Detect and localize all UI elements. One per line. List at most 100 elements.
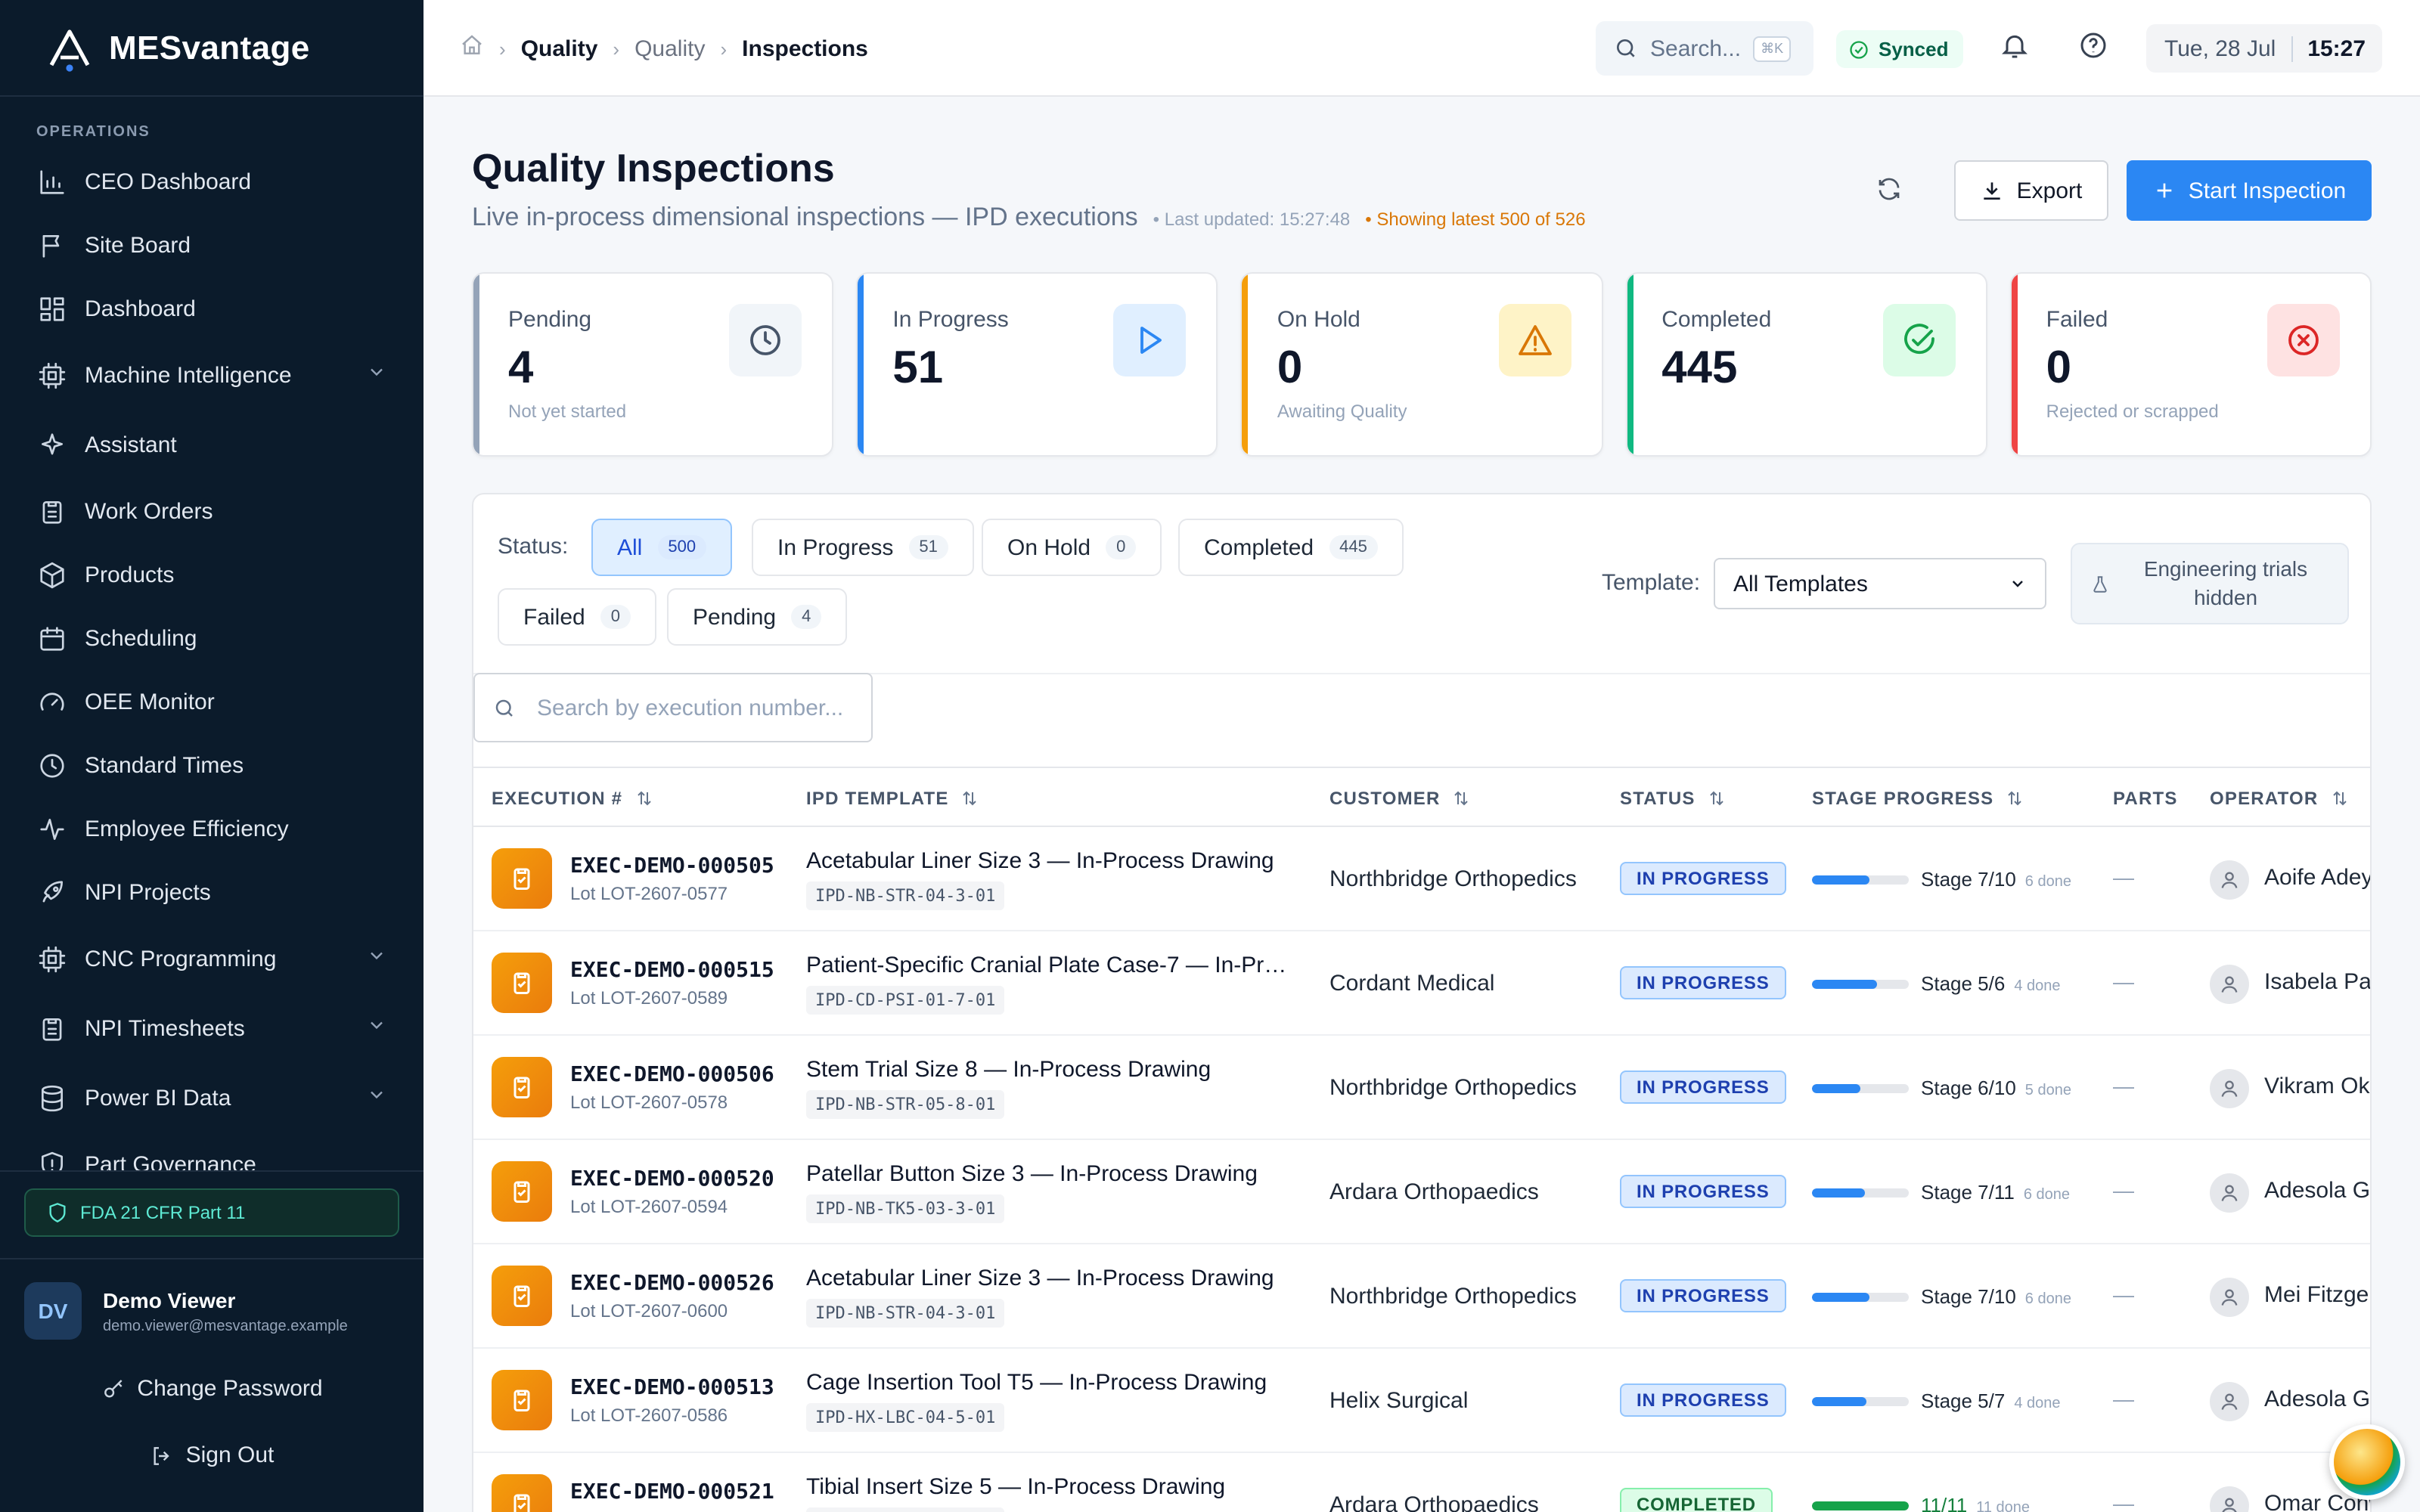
lot-number: Lot LOT-2607-0595 — [570, 1509, 728, 1512]
export-button[interactable]: Export — [1954, 160, 2108, 221]
assistant-fab-icon[interactable] — [2329, 1424, 2405, 1500]
sidebar-item-npi-projects[interactable]: NPI Projects — [0, 860, 424, 924]
table-row[interactable]: EXEC-DEMO-000521 Lot LOT-2607-0595 Tibial … — [473, 1453, 2370, 1512]
brand-name: MESvantage — [109, 28, 310, 66]
sidebar-item-npi-timesheets[interactable]: NPI Timesheets — [0, 993, 424, 1063]
sidebar-item-power-bi-data[interactable]: Power BI Data — [0, 1063, 424, 1132]
change-password-button[interactable]: Change Password — [0, 1376, 424, 1402]
stage-progress-bar — [1812, 1084, 1909, 1093]
sidebar-item-dashboard[interactable]: Dashboard — [0, 277, 424, 340]
global-search[interactable]: Search... ⌘K — [1596, 21, 1813, 76]
execution-number[interactable]: EXEC-DEMO-000515 — [570, 959, 774, 983]
column-header-template[interactable]: IPD TEMPLATE — [806, 788, 979, 809]
stage-label: Stage 7/11 6 done — [1921, 1181, 2070, 1204]
breadcrumb-item[interactable]: Quality — [521, 36, 598, 61]
stat-card-on-hold[interactable]: On Hold 0 Awaiting Quality — [1240, 272, 1603, 457]
column-header-customer[interactable]: CUSTOMER — [1329, 788, 1471, 809]
template-code: IPD-CD-PSI-01-7-01 — [806, 986, 1005, 1015]
start-inspection-label: Start Inspection — [2188, 178, 2347, 203]
column-header-parts: PARTS — [2113, 788, 2178, 809]
shield-alert-icon — [36, 1149, 67, 1170]
breadcrumb-item[interactable]: Quality — [634, 36, 705, 61]
filter-chip-on-hold[interactable]: On Hold 0 — [982, 519, 1162, 576]
sidebar-item-ceo-dashboard[interactable]: CEO Dashboard — [0, 150, 424, 213]
execution-number[interactable]: EXEC-DEMO-000520 — [570, 1167, 774, 1191]
change-password-label: Change Password — [137, 1376, 323, 1402]
parts-count: — — [2113, 865, 2134, 889]
sidebar-item-machine-intelligence[interactable]: Machine Intelligence — [0, 340, 424, 410]
download-icon — [1984, 182, 2001, 200]
sync-status-badge: Synced — [1836, 30, 1964, 68]
status-badge: IN PROGRESS — [1620, 1383, 1786, 1417]
sidebar-item-label: Power BI Data — [85, 1085, 231, 1111]
stage-label: Stage 5/6 4 done — [1921, 972, 2061, 995]
sidebar-item-assistant[interactable]: Assistant — [0, 410, 424, 479]
stat-card-failed[interactable]: Failed 0 Rejected or scrapped — [2009, 272, 2372, 457]
home-icon[interactable] — [460, 33, 484, 64]
play-icon — [1113, 304, 1187, 376]
engineering-trials-toggle[interactable]: Engineering trials hidden — [2071, 543, 2349, 624]
execution-number[interactable]: EXEC-DEMO-000505 — [570, 854, 774, 878]
bell-icon[interactable] — [2000, 30, 2036, 67]
stage-label: Stage 6/10 5 done — [1921, 1077, 2071, 1099]
operator-name: Adesola Green — [2264, 1387, 2371, 1412]
table-row[interactable]: EXEC-DEMO-000526 Lot LOT-2607-0600 Acetabu… — [473, 1244, 2370, 1349]
grid-icon — [36, 293, 67, 324]
stage-label: Stage 5/7 4 done — [1921, 1390, 2061, 1412]
card-accent — [858, 274, 864, 455]
sidebar-item-part-governance[interactable]: Part Governance — [0, 1132, 424, 1170]
filter-chip-completed[interactable]: Completed 445 — [1178, 519, 1404, 576]
refresh-icon[interactable] — [1876, 175, 1912, 212]
table-row[interactable]: EXEC-DEMO-000505 Lot LOT-2607-0577 Acetabu… — [473, 827, 2370, 931]
sidebar-item-oee-monitor[interactable]: OEE Monitor — [0, 670, 424, 733]
stat-card-pending[interactable]: Pending 4 Not yet started — [472, 272, 834, 457]
table-row[interactable]: EXEC-DEMO-000520 Lot LOT-2607-0594 Patella… — [473, 1140, 2370, 1244]
template-name: Acetabular Liner Size 3 — In-Process Dra… — [806, 1266, 1274, 1291]
column-header-operator[interactable]: OPERATOR — [2210, 788, 2348, 809]
execution-number[interactable]: EXEC-DEMO-000521 — [570, 1480, 774, 1504]
sidebar-item-products[interactable]: Products — [0, 543, 424, 606]
sidebar-item-work-orders[interactable]: Work Orders — [0, 479, 424, 543]
column-header-status[interactable]: STATUS — [1620, 788, 1726, 809]
sidebar-nav: OPERATIONS CEO Dashboard Site Board Dash… — [0, 97, 424, 1170]
chip-label: On Hold — [1007, 534, 1091, 560]
execution-number[interactable]: EXEC-DEMO-000526 — [570, 1272, 774, 1296]
filter-chip-in-progress[interactable]: In Progress 51 — [752, 519, 974, 576]
execution-search-input[interactable]: Search by execution number... — [473, 673, 873, 742]
table-row[interactable]: EXEC-DEMO-000506 Lot LOT-2607-0578 Stem Tr… — [473, 1036, 2370, 1140]
plus-icon — [2157, 183, 2172, 198]
table-row[interactable]: EXEC-DEMO-000513 Lot LOT-2607-0586 Cage In… — [473, 1349, 2371, 1453]
stat-card-in-progress[interactable]: In Progress 51 — [856, 272, 1218, 457]
execution-number[interactable]: EXEC-DEMO-000513 — [570, 1376, 774, 1400]
filter-chip-all[interactable]: All 500 — [591, 519, 733, 576]
sidebar-item-site-board[interactable]: Site Board — [0, 213, 424, 277]
template-select-value: All Templates — [1733, 571, 1868, 596]
template-select[interactable]: All Templates — [1714, 558, 2046, 609]
start-inspection-button[interactable]: Start Inspection — [2127, 160, 2372, 221]
customer-name: Northbridge Orthopedics — [1329, 1284, 1577, 1309]
column-header-execution[interactable]: EXECUTION # — [492, 788, 653, 809]
column-header-stage-progress[interactable]: STAGE PROGRESS — [1812, 788, 2024, 809]
sidebar-item-scheduling[interactable]: Scheduling — [0, 606, 424, 670]
chip-label: Failed — [523, 604, 585, 630]
help-icon[interactable] — [2078, 30, 2114, 67]
template-code: IPD-NB-TK5-03-3-01 — [806, 1194, 1005, 1223]
filter-chip-pending[interactable]: Pending 4 — [667, 588, 848, 646]
execution-number[interactable]: EXEC-DEMO-000506 — [570, 1063, 774, 1087]
gauge-icon — [36, 686, 67, 717]
sign-out-button[interactable]: Sign Out — [0, 1442, 424, 1468]
parts-count: — — [2113, 1491, 2134, 1512]
sidebar-item-employee-efficiency[interactable]: Employee Efficiency — [0, 797, 424, 860]
user-email: demo.viewer@mesvantage.example — [103, 1318, 348, 1334]
brand[interactable]: MESvantage — [0, 0, 424, 97]
stat-card-completed[interactable]: Completed 445 — [1625, 272, 1987, 457]
sidebar-item-cnc-programming[interactable]: CNC Programming — [0, 924, 424, 993]
filter-chip-failed[interactable]: Failed 0 — [498, 588, 656, 646]
sidebar-item-label: Scheduling — [85, 625, 197, 651]
sidebar-item-standard-times[interactable]: Standard Times — [0, 733, 424, 797]
stages-done: 4 done — [2014, 1396, 2061, 1412]
user-profile[interactable]: DV Demo Viewer demo.viewer@mesvantage.ex… — [24, 1282, 348, 1340]
sidebar-item-label: CNC Programming — [85, 946, 277, 971]
table-row[interactable]: EXEC-DEMO-000515 Lot LOT-2607-0589 Patient… — [473, 931, 2370, 1036]
chevron-down-icon — [366, 1015, 387, 1042]
